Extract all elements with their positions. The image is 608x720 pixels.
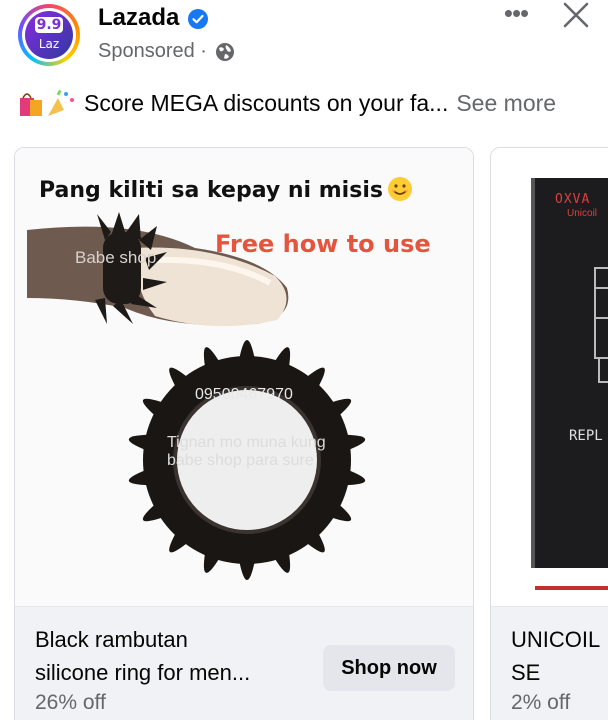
shop-now-button[interactable]: Shop now (323, 645, 455, 691)
sponsored-label[interactable]: Sponsored · (98, 40, 207, 63)
lazada-logo: 9.9 Laz (25, 11, 73, 59)
post-header: 9.9 Laz Lazada Sponsored · ••• (0, 0, 608, 80)
sponsored-meta: Sponsored · (98, 40, 235, 63)
post-caption: Score MEGA discounts on your fa... See m… (18, 86, 556, 120)
overlay-text: Free how to use (215, 230, 431, 258)
carousel-card[interactable]: OXVA Unicoil REPL UNICOIL SE 2% off (490, 147, 608, 720)
verified-badge-icon (188, 9, 208, 29)
product-title[interactable]: Black rambutan silicone ring for men... (35, 623, 305, 689)
close-icon[interactable] (556, 0, 596, 34)
product-title[interactable]: UNICOIL SE (511, 623, 608, 689)
brand-sub: Unicoil (567, 208, 598, 219)
watermark-shop: Babe shop (75, 248, 157, 267)
watermark-note: Tignan mo muna kung babe shop para sure (167, 434, 326, 469)
card-footer: UNICOIL SE 2% off (491, 606, 608, 720)
product-illustration (27, 212, 366, 580)
card-footer: Black rambutan silicone ring for men... … (15, 606, 473, 720)
carousel-card[interactable]: Pang kiliti sa kepay ni misis Free how t… (14, 147, 474, 720)
box-label: REPL (569, 428, 603, 444)
page-name-link[interactable]: Lazada (98, 4, 179, 32)
see-more-link[interactable]: See more (456, 90, 556, 117)
product-discount: 26% off (35, 691, 106, 714)
caption-text: Score MEGA discounts on your fa... (84, 89, 449, 116)
brand-logo: OXVA (555, 192, 591, 207)
product-image[interactable]: Pang kiliti sa kepay ni misis Free how t… (15, 148, 473, 606)
shopping-bags-party-popper-emoji (20, 89, 74, 116)
product-image[interactable]: OXVA Unicoil REPL (491, 148, 608, 606)
watermark-phone: 09500467970 (195, 386, 293, 403)
page-avatar[interactable]: 9.9 Laz (18, 4, 80, 66)
product-discount: 2% off (511, 691, 571, 714)
more-options-button[interactable]: ••• (496, 0, 536, 32)
globe-icon (215, 42, 234, 61)
